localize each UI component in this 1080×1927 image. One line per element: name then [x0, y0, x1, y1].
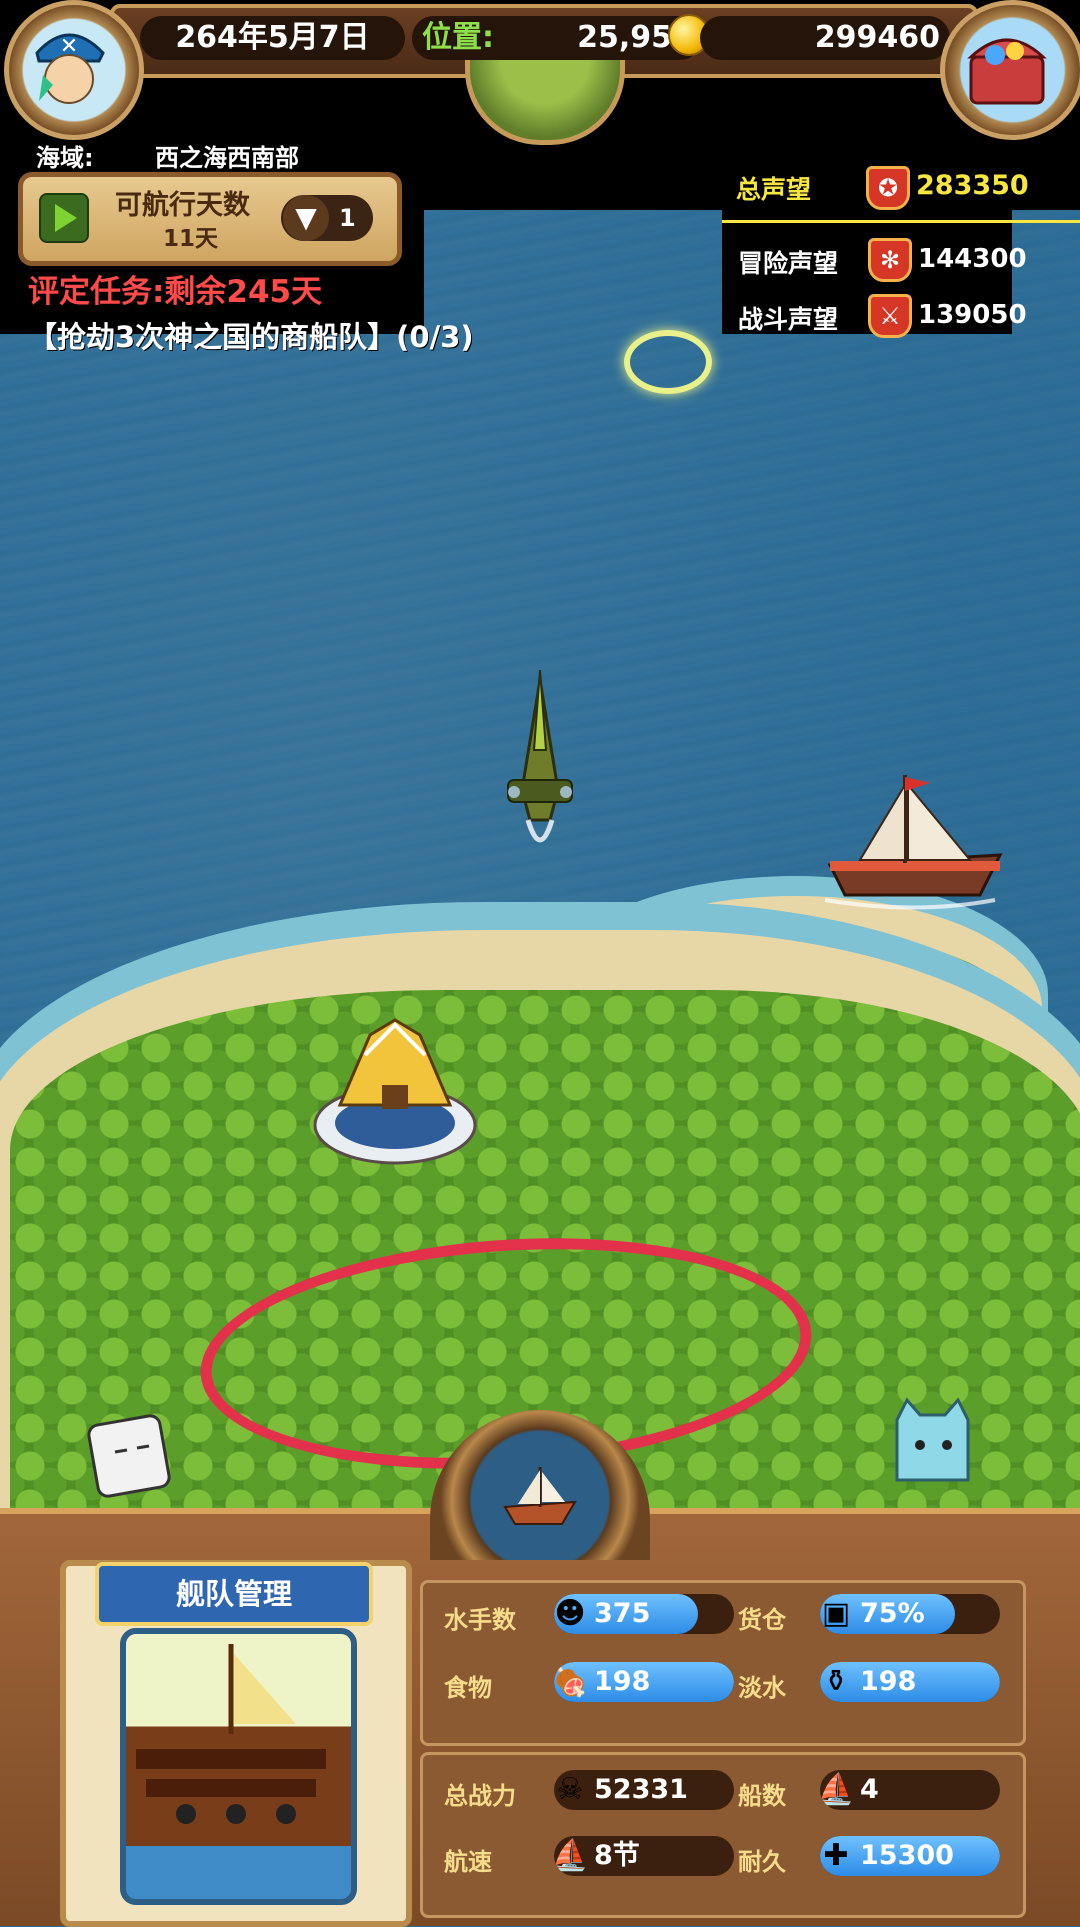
- stat-value: 8节: [594, 1840, 640, 1871]
- durability-icon: ✚: [823, 1838, 849, 1873]
- reputation-divider: [722, 220, 1080, 223]
- position-display: 位置: 25,95: [412, 16, 702, 60]
- stat-label: 船数: [738, 1782, 786, 1810]
- sailor-icon: ☻: [554, 1596, 586, 1631]
- cat-mascot-icon[interactable]: [885, 1395, 980, 1490]
- navigation-panel: 可航行天数 11天 ▼ 1: [18, 172, 402, 266]
- crossbones-icon: ☠: [556, 1772, 584, 1807]
- chevron-down-icon[interactable]: ▼: [283, 195, 329, 241]
- water-jug-icon: ⚱: [823, 1664, 849, 1699]
- stat-label: 货仓: [738, 1606, 786, 1634]
- meat-icon: 🍖: [554, 1664, 589, 1699]
- sailing-ship-icon[interactable]: [500, 1462, 580, 1532]
- stat-label: 水手数: [444, 1606, 516, 1634]
- player-avatar[interactable]: ✕: [4, 0, 144, 140]
- treasure-chest-icon[interactable]: [940, 0, 1080, 140]
- stat-bar: ⛵ 4: [820, 1770, 1000, 1810]
- gold-amount: 299460: [700, 16, 950, 60]
- crate-icon: ▣: [821, 1596, 851, 1631]
- stat-value: 198: [594, 1666, 651, 1697]
- stat-label: 航速: [444, 1848, 492, 1876]
- stat-value: 52331: [594, 1774, 688, 1805]
- reputation-crest-icon: ✪: [866, 166, 910, 210]
- sea-area-label: 海域:: [36, 144, 94, 172]
- stat-value: 15300: [860, 1840, 954, 1871]
- destination-marker[interactable]: [624, 330, 712, 394]
- position-value: 25,95: [577, 20, 672, 55]
- battle-reputation-label: 战斗声望: [738, 305, 839, 334]
- stat-bar: ⛵ 8节: [554, 1836, 734, 1876]
- game-date: 264年5月7日: [140, 16, 405, 60]
- speed-selector[interactable]: ▼ 1: [281, 195, 373, 241]
- stat-value: 375: [594, 1598, 651, 1629]
- fleet-ship-portrait[interactable]: [120, 1628, 357, 1905]
- stat-label: 淡水: [738, 1674, 786, 1702]
- sail-icon: ⛵: [554, 1838, 589, 1873]
- stat-value: 75%: [860, 1598, 925, 1629]
- stat-bar: ☠ 52331: [554, 1770, 734, 1810]
- adventure-reputation-value: 144300: [918, 244, 1027, 274]
- player-ship[interactable]: [490, 670, 590, 870]
- total-reputation-label: 总声望: [736, 175, 812, 204]
- cube-mascot-icon[interactable]: [85, 1410, 180, 1505]
- stat-label: 耐久: [738, 1848, 786, 1876]
- sea-area-value: 西之海西南部: [155, 144, 299, 172]
- crossed-swords-icon: ⚔: [868, 294, 912, 338]
- stat-label: 食物: [444, 1674, 492, 1702]
- compass-crest-icon: ✻: [868, 238, 912, 282]
- stat-bar: ⚱ 198: [820, 1662, 1000, 1702]
- harbor-tent[interactable]: [310, 1015, 480, 1165]
- stat-bar: ▣ 75%: [820, 1594, 1000, 1634]
- evaluation-task: 评定任务:剩余245天: [28, 274, 323, 310]
- fleet-management-button[interactable]: 舰队管理: [95, 1562, 373, 1626]
- total-reputation-value: 283350: [916, 170, 1029, 201]
- stat-bar: 🍖 198: [554, 1662, 734, 1702]
- quest-objective[interactable]: 【抢劫3次神之国的商船队】(0/3): [28, 314, 474, 356]
- ship-cutaway-icon: [136, 1644, 326, 1824]
- stat-bar: ☻ 375: [554, 1594, 734, 1634]
- chest-graphic: [967, 38, 1047, 105]
- stat-value: 4: [860, 1774, 879, 1805]
- speed-value: 1: [339, 204, 356, 232]
- sailable-days-label: 可航行天数: [115, 190, 250, 221]
- play-icon: [55, 204, 77, 232]
- battle-reputation-value: 139050: [918, 300, 1027, 330]
- merchant-ship[interactable]: [820, 765, 1010, 915]
- ship-icon: ⛵: [820, 1772, 855, 1807]
- position-label: 位置:: [422, 20, 494, 55]
- stat-bar: ✚ 15300: [820, 1836, 1000, 1876]
- adventure-reputation-label: 冒险声望: [738, 249, 839, 278]
- stat-label: 总战力: [444, 1782, 516, 1810]
- sailable-days-value: 11天: [163, 226, 219, 252]
- stat-value: 198: [860, 1666, 917, 1697]
- pirate-avatar-icon: ✕: [35, 33, 105, 104]
- sail-play-button[interactable]: [39, 193, 89, 243]
